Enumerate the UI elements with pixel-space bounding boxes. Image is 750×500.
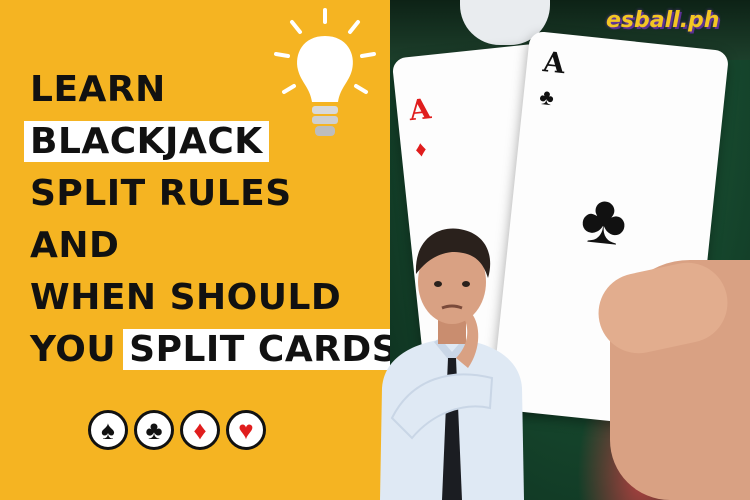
headline-line-5: WHEN SHOULD <box>30 277 342 318</box>
brand-logo: esball.ph <box>606 8 720 33</box>
diamond-icon: ♦ <box>180 410 220 450</box>
club-icon: ♣ <box>538 83 556 111</box>
headline-line-6: YOU SPLIT CARDS <box>30 324 405 376</box>
headline-highlight-blackjack: BLACKJACK <box>24 121 269 162</box>
card-rank: A <box>407 92 433 128</box>
spade-icon: ♠ <box>88 410 128 450</box>
headline-line-4: AND <box>30 225 120 266</box>
headline-you: YOU <box>30 329 130 370</box>
heart-icon: ♥ <box>226 410 266 450</box>
lightbulb-icon <box>274 8 376 136</box>
suit-icons: ♠ ♣ ♦ ♥ <box>88 410 266 450</box>
headline-line-3: SPLIT RULES <box>30 173 292 214</box>
headline-highlight-split-cards: SPLIT CARDS <box>123 329 405 370</box>
card-rank: A <box>541 45 567 81</box>
club-icon: ♣ <box>134 410 174 450</box>
diamond-icon: ♦ <box>413 135 428 162</box>
thinking-man-illustration <box>380 228 524 500</box>
club-icon: ♣ <box>577 178 631 261</box>
